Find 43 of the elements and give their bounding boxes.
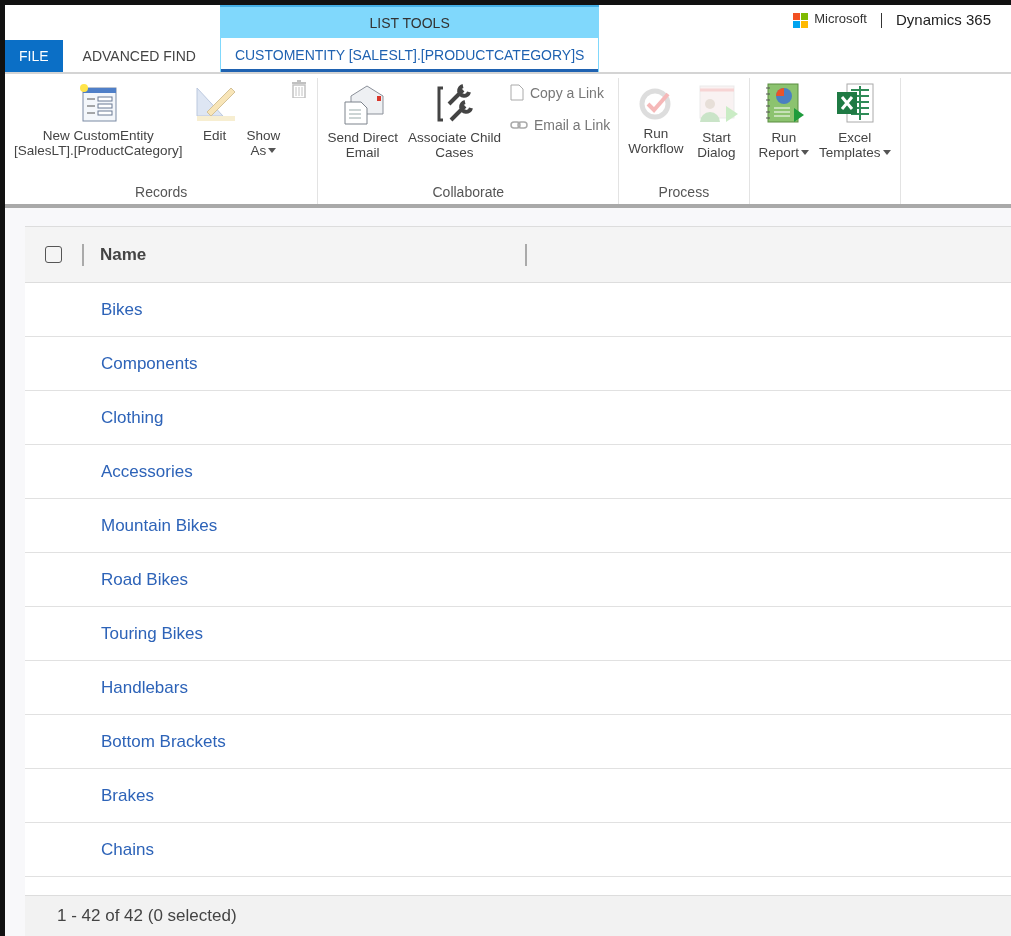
- record-link[interactable]: Brakes: [101, 785, 154, 806]
- ribbon-tab[interactable]: CUSTOMENTITY [SALESLT].[PRODUCTCATEGORY]S: [219, 38, 600, 72]
- record-link[interactable]: Chains: [101, 839, 154, 860]
- table-row[interactable]: Touring Bikes: [25, 607, 1011, 661]
- ribbon-button[interactable]: Send Direct Email: [322, 78, 403, 164]
- table-row[interactable]: Clothing: [25, 391, 1011, 445]
- ribbon-button[interactable]: New CustomEntity [SalesLT].[ProductCategory]: [9, 78, 188, 162]
- windows-logo-icon: [793, 13, 809, 28]
- table-row[interactable]: Bikes: [25, 283, 1011, 337]
- record-link[interactable]: Mountain Bikes: [101, 515, 218, 536]
- file-tab[interactable]: FILE: [5, 40, 63, 72]
- group-label: Process: [657, 184, 711, 202]
- tab-group-label: LIST TOOLS: [219, 7, 600, 38]
- record-link[interactable]: Accessories: [101, 461, 193, 482]
- page-icon: [509, 84, 524, 101]
- record-link[interactable]: Components: [101, 353, 198, 374]
- record-link[interactable]: Touring Bikes: [101, 623, 204, 644]
- table-row[interactable]: Road Bikes: [25, 553, 1011, 607]
- group-label: Collaborate: [431, 184, 506, 202]
- ribbon-button[interactable]: Associate Child Cases: [402, 78, 506, 164]
- table-row[interactable]: Components: [25, 337, 1011, 391]
- table-row[interactable]: Accessories: [25, 445, 1011, 499]
- ribbon-button[interactable]: Show As: [241, 78, 286, 162]
- table-row[interactable]: Bottom Brackets: [25, 715, 1011, 769]
- table-row[interactable]: Chains: [25, 823, 1011, 877]
- company-name: Microsoft: [814, 11, 867, 26]
- table-row[interactable]: Mountain Bikes: [25, 499, 1011, 553]
- link-icon: [509, 120, 528, 130]
- record-link[interactable]: Road Bikes: [101, 569, 188, 590]
- table-row[interactable]: Brakes: [25, 769, 1011, 823]
- record-link[interactable]: Bottom Brackets: [101, 731, 226, 752]
- form-icon: [77, 82, 120, 124]
- product-name: Dynamics 365: [895, 11, 991, 28]
- record-link[interactable]: Bikes: [101, 299, 143, 320]
- table-row[interactable]: Handlebars: [25, 661, 1011, 715]
- record-link[interactable]: Clothing: [101, 407, 164, 428]
- record-count: 1 - 42 of 42 (0 selected): [57, 906, 237, 926]
- ribbon-button[interactable]: Excel Templates: [814, 78, 896, 164]
- group-label: Records: [134, 184, 189, 202]
- select-all-checkbox[interactable]: [45, 246, 62, 263]
- ribbon-button[interactable]: Run Report: [753, 78, 815, 164]
- column-header[interactable]: Name: [100, 244, 505, 265]
- record-link[interactable]: Handlebars: [101, 677, 188, 698]
